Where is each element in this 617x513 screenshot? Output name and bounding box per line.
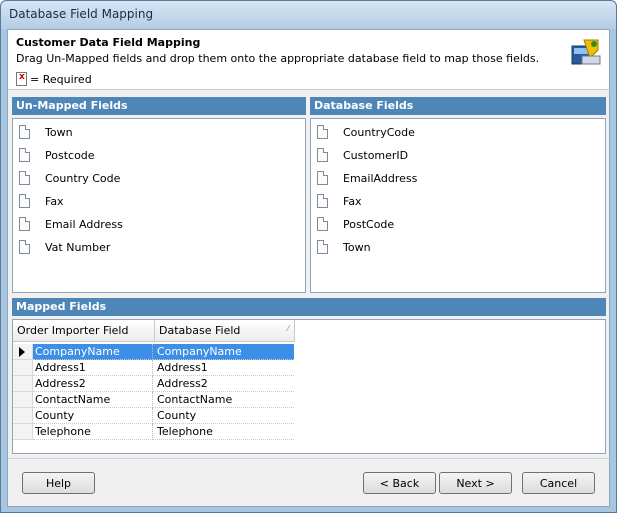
unmapped-item[interactable]: Postcode [19, 148, 95, 162]
column-header-importer-field[interactable]: Order Importer Field [13, 320, 155, 342]
database-item[interactable]: CustomerID [317, 148, 408, 162]
document-icon [19, 217, 30, 231]
database-list[interactable]: CountryCode CustomerID EmailAddress Fax … [310, 118, 606, 293]
document-icon [19, 240, 30, 254]
row-selector[interactable] [13, 424, 33, 440]
table-row[interactable]: County County [13, 408, 294, 424]
row-selector[interactable] [13, 392, 33, 408]
required-icon [16, 72, 27, 86]
database-item[interactable]: Fax [317, 194, 362, 208]
database-item[interactable]: Town [317, 240, 371, 254]
document-icon [317, 148, 328, 162]
page-description: Drag Un-Mapped fields and drop them onto… [16, 52, 540, 65]
table-row[interactable]: Address1 Address1 [13, 360, 294, 376]
row-selector[interactable] [13, 360, 33, 376]
help-button[interactable]: Help [22, 472, 95, 494]
document-icon [317, 217, 328, 231]
document-icon [19, 194, 30, 208]
unmapped-header: Un-Mapped Fields [12, 97, 306, 115]
mapped-header: Mapped Fields [12, 298, 606, 316]
back-button[interactable]: < Back [363, 472, 436, 494]
sort-indicator-icon: ⁄ [287, 324, 289, 333]
database-item[interactable]: EmailAddress [317, 171, 417, 185]
title-bar[interactable]: Database Field Mapping [1, 1, 616, 29]
mapped-grid[interactable]: Order Importer Field Database Field ⁄ Co… [12, 319, 606, 454]
unmapped-list[interactable]: Town Postcode Country Code Fax Email Add… [12, 118, 306, 293]
document-icon [317, 125, 328, 139]
cancel-button[interactable]: Cancel [522, 472, 595, 494]
document-icon [317, 240, 328, 254]
app-logo-icon [571, 39, 601, 65]
unmapped-item[interactable]: Vat Number [19, 240, 110, 254]
unmapped-item[interactable]: Fax [19, 194, 64, 208]
grid-header-row: Order Importer Field Database Field ⁄ [13, 320, 295, 342]
document-icon [317, 194, 328, 208]
page-title: Customer Data Field Mapping [16, 36, 201, 49]
unmapped-item[interactable]: Town [19, 125, 73, 139]
table-row[interactable]: Telephone Telephone [13, 424, 294, 440]
header-area: Customer Data Field Mapping Drag Un-Mapp… [8, 30, 609, 90]
current-row-arrow-icon [19, 347, 25, 357]
unmapped-item[interactable]: Country Code [19, 171, 120, 185]
dialog-client-area: Customer Data Field Mapping Drag Un-Mapp… [7, 29, 610, 507]
button-bar: Help < Back Next > Cancel [8, 458, 609, 506]
document-icon [19, 171, 30, 185]
next-button[interactable]: Next > [439, 472, 512, 494]
document-icon [19, 125, 30, 139]
table-row[interactable]: ContactName ContactName [13, 392, 294, 408]
document-icon [317, 171, 328, 185]
column-header-database-field[interactable]: Database Field ⁄ [155, 320, 295, 342]
table-row[interactable]: CompanyName CompanyName [13, 344, 294, 360]
database-header: Database Fields [310, 97, 606, 115]
dialog-window: Database Field Mapping Customer Data Fie… [0, 0, 617, 513]
table-row[interactable]: Address2 Address2 [13, 376, 294, 392]
document-icon [19, 148, 30, 162]
unmapped-item[interactable]: Email Address [19, 217, 123, 231]
row-selector[interactable] [13, 376, 33, 392]
database-item[interactable]: CountryCode [317, 125, 415, 139]
row-selector[interactable] [13, 408, 33, 424]
window-title: Database Field Mapping [9, 7, 154, 21]
required-legend: = Required [16, 72, 92, 86]
database-item[interactable]: PostCode [317, 217, 394, 231]
required-legend-text: = Required [30, 72, 92, 86]
row-selector[interactable] [13, 344, 33, 360]
